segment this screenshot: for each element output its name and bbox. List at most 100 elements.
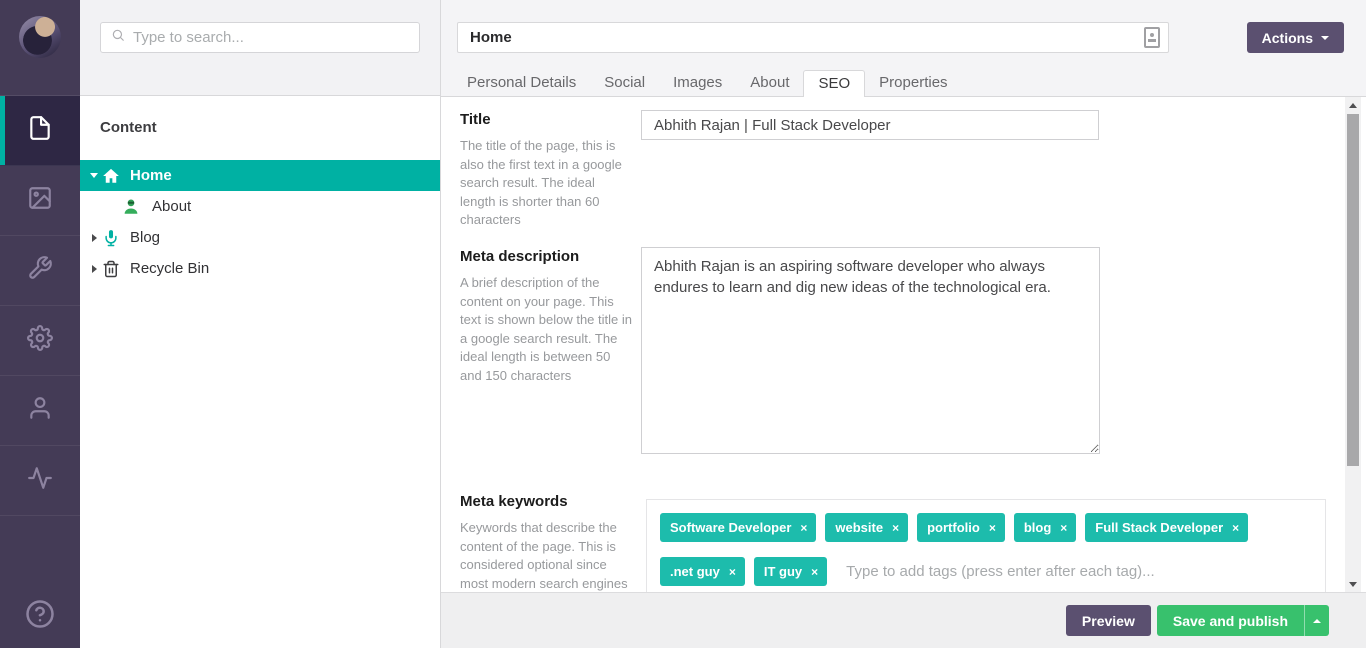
scroll-down-arrow[interactable]	[1345, 576, 1361, 592]
remove-tag-icon[interactable]: ×	[1232, 521, 1239, 535]
page-name-field	[457, 22, 1169, 53]
meta-keywords-labels: Meta keywords Keywords that describe the…	[460, 493, 632, 592]
tag: Software Developer ×	[660, 513, 816, 542]
caret-down-icon[interactable]	[88, 173, 100, 178]
chevron-up-icon	[1313, 619, 1321, 623]
tag: portfolio ×	[917, 513, 1005, 542]
caret-right-icon[interactable]	[88, 234, 100, 242]
search-input[interactable]	[133, 29, 409, 46]
tag-row: .net guy × IT guy ×	[660, 557, 1312, 586]
caret-right-icon[interactable]	[88, 265, 100, 273]
field-label: Title	[460, 111, 632, 128]
pulse-icon	[27, 465, 53, 496]
image-icon	[27, 185, 53, 216]
panel-title: Content	[100, 119, 157, 136]
editor-header: Actions Personal Details Social Images A…	[441, 0, 1366, 96]
tree-item-label: About	[152, 198, 191, 215]
tag-input[interactable]	[846, 563, 1312, 580]
field-label: Meta description	[460, 248, 632, 265]
trash-icon	[102, 260, 120, 278]
tab-about[interactable]: About	[736, 70, 803, 96]
search-icon	[111, 28, 125, 47]
tag-label: IT guy	[764, 564, 802, 579]
section-settings[interactable]	[0, 236, 80, 306]
tree-item-blog[interactable]: Blog	[80, 222, 440, 253]
chevron-down-icon	[1321, 36, 1329, 40]
tab-seo[interactable]: SEO	[803, 70, 865, 97]
editor-area: Actions Personal Details Social Images A…	[440, 0, 1366, 648]
remove-tag-icon[interactable]: ×	[811, 565, 818, 579]
field-help-text: The title of the page, this is also the …	[460, 137, 632, 230]
person-icon	[122, 198, 140, 216]
tree-item-recycle-bin[interactable]: Recycle Bin	[80, 253, 440, 284]
section-content[interactable]	[0, 96, 80, 166]
scroll-up-arrow[interactable]	[1345, 97, 1361, 113]
tag: website ×	[825, 513, 908, 542]
remove-tag-icon[interactable]: ×	[729, 565, 736, 579]
tab-properties[interactable]: Properties	[865, 70, 961, 96]
tab-images[interactable]: Images	[659, 70, 736, 96]
section-activity[interactable]	[0, 446, 80, 516]
tag-label: portfolio	[927, 520, 980, 535]
tab-bar: Personal Details Social Images About SEO…	[453, 70, 962, 96]
save-and-publish-label[interactable]: Save and publish	[1157, 605, 1304, 636]
tree-item-about[interactable]: About	[80, 191, 440, 222]
doctype-icon[interactable]	[1144, 27, 1160, 48]
section-developer[interactable]	[0, 306, 80, 376]
save-and-publish-button[interactable]: Save and publish	[1157, 605, 1329, 636]
section-media[interactable]	[0, 166, 80, 236]
avatar[interactable]	[19, 16, 61, 58]
tag: .net guy ×	[660, 557, 745, 586]
preview-button[interactable]: Preview	[1066, 605, 1151, 636]
tag-label: .net guy	[670, 564, 720, 579]
title-input[interactable]	[641, 110, 1099, 140]
remove-tag-icon[interactable]: ×	[892, 521, 899, 535]
tree-item-label: Home	[130, 167, 172, 184]
tab-social[interactable]: Social	[590, 70, 659, 96]
editor-footer: Preview Save and publish	[441, 592, 1366, 648]
tag-label: website	[835, 520, 883, 535]
wrench-icon	[27, 255, 53, 286]
tag-label: Full Stack Developer	[1095, 520, 1223, 535]
user-icon	[27, 395, 53, 426]
help-icon	[25, 599, 55, 634]
field-label: Meta keywords	[460, 493, 632, 510]
home-icon	[102, 167, 120, 185]
tab-personal-details[interactable]: Personal Details	[453, 70, 590, 96]
search-area	[80, 0, 440, 96]
actions-button[interactable]: Actions	[1247, 22, 1344, 53]
search-box	[100, 22, 420, 53]
tags-editor: Software Developer× website× portfolio× …	[646, 499, 1326, 592]
tag-label: blog	[1024, 520, 1051, 535]
help-button[interactable]	[0, 599, 80, 634]
tag: blog ×	[1014, 513, 1076, 542]
section-tray	[0, 95, 80, 516]
page-name-input[interactable]	[457, 22, 1169, 53]
microphone-icon	[102, 229, 120, 247]
save-options-toggle[interactable]	[1304, 605, 1329, 636]
field-help-text: A brief description of the content on yo…	[460, 274, 632, 385]
remove-tag-icon[interactable]: ×	[989, 521, 996, 535]
tag-row: Software Developer× website× portfolio× …	[660, 513, 1312, 542]
gear-icon	[27, 325, 53, 356]
remove-tag-icon[interactable]: ×	[800, 521, 807, 535]
field-help-text: Keywords that describe the content of th…	[460, 519, 632, 592]
meta-description-labels: Meta description A brief description of …	[460, 248, 632, 385]
scrollbar-thumb[interactable]	[1347, 114, 1359, 466]
tree-item-label: Recycle Bin	[130, 260, 209, 277]
document-icon	[27, 115, 53, 146]
section-users[interactable]	[0, 376, 80, 446]
meta-description-textarea[interactable]	[641, 247, 1100, 454]
content-tree: Home About Blog Recycle	[80, 160, 440, 284]
tag: Full Stack Developer ×	[1085, 513, 1248, 542]
title-field-labels: Title The title of the page, this is als…	[460, 111, 632, 230]
tree-item-label: Blog	[130, 229, 160, 246]
actions-button-label: Actions	[1262, 30, 1313, 46]
tree-item-home[interactable]: Home	[80, 160, 440, 191]
remove-tag-icon[interactable]: ×	[1060, 521, 1067, 535]
tag-label: Software Developer	[670, 520, 791, 535]
scrollbar[interactable]	[1345, 97, 1361, 592]
seo-tab-content: Title The title of the page, this is als…	[441, 96, 1366, 592]
tag: IT guy ×	[754, 557, 827, 586]
app-sidebar	[0, 0, 80, 648]
